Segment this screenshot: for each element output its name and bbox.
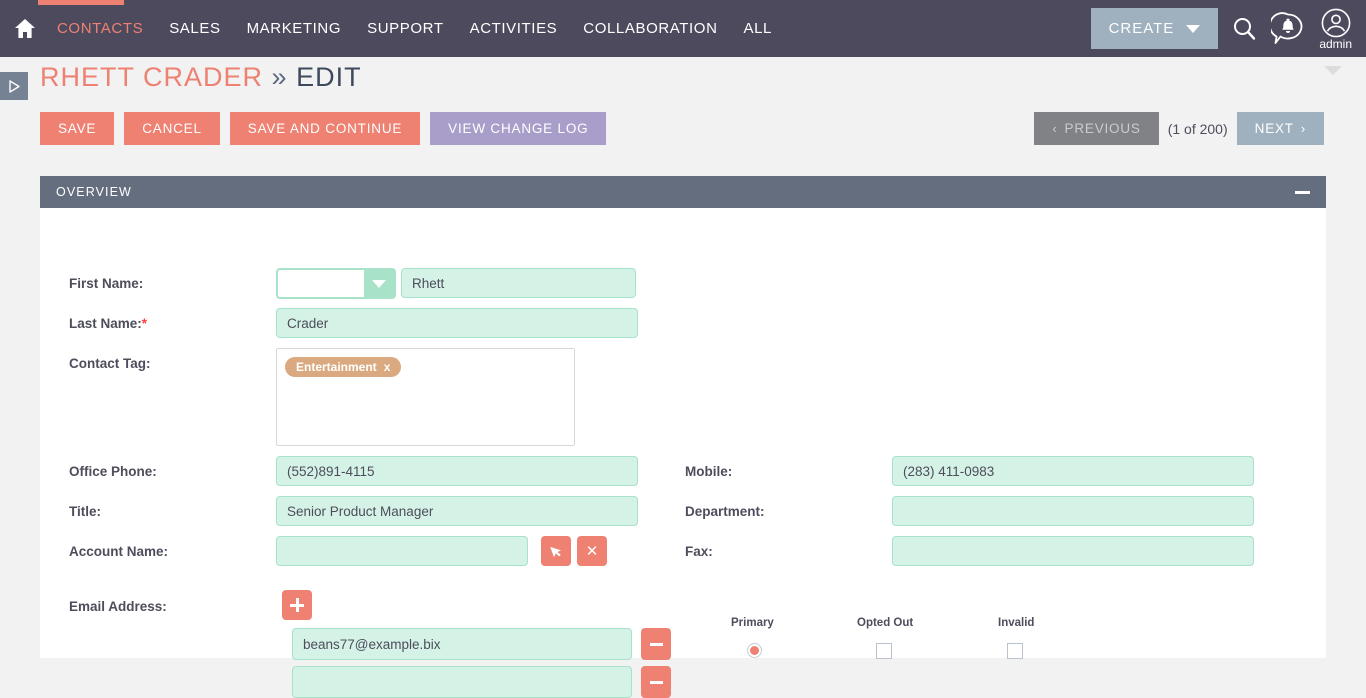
office-phone-input[interactable] [276, 456, 638, 486]
create-button-label: CREATE [1108, 20, 1175, 37]
overview-panel-header: OVERVIEW [40, 176, 1326, 208]
tag-chip[interactable]: Entertainment x [285, 357, 402, 377]
chevron-left-icon: ‹ [1052, 121, 1058, 136]
chevron-down-icon[interactable] [1324, 66, 1342, 75]
plus-vertical [295, 598, 299, 612]
title-label: Title: [69, 504, 102, 519]
email-address-label: Email Address: [69, 599, 167, 614]
next-record-button[interactable]: NEXT › [1236, 112, 1324, 145]
minimize-icon[interactable] [1295, 190, 1310, 194]
top-header-bar: CONTACTS SALES MARKETING SUPPORT ACTIVIT… [0, 0, 1366, 57]
last-name-label: Last Name:* [69, 316, 147, 331]
fax-label: Fax: [685, 544, 713, 559]
record-action-buttons: SAVE CANCEL SAVE AND CONTINUE VIEW CHANG… [40, 112, 607, 145]
first-name-label: First Name: [69, 276, 144, 291]
tag-label: Entertainment [296, 360, 377, 374]
mobile-input[interactable] [892, 456, 1254, 486]
account-name-label: Account Name: [69, 544, 169, 559]
save-and-continue-button[interactable]: SAVE AND CONTINUE [229, 112, 421, 145]
tag-remove-icon[interactable]: x [384, 360, 391, 374]
last-name-input[interactable] [276, 308, 638, 338]
expand-sidebar-icon[interactable] [0, 72, 28, 100]
nav-item-marketing[interactable]: MARKETING [234, 0, 355, 57]
overview-panel: OVERVIEW First Name: Last Name:* Contact… [40, 176, 1326, 698]
opted-out-column-label: Opted Out [857, 617, 914, 629]
search-icon[interactable] [1232, 16, 1257, 41]
salutation-select[interactable] [276, 268, 396, 299]
previous-record-label: PREVIOUS [1064, 121, 1141, 136]
nav-item-contacts[interactable]: CONTACTS [44, 0, 156, 57]
department-input[interactable] [892, 496, 1254, 526]
primary-column-label: Primary [731, 617, 774, 629]
nav-item-activities[interactable]: ACTIVITIES [457, 0, 571, 57]
opted-out-checkbox-row-1[interactable] [876, 643, 892, 659]
email-input-row-1[interactable] [292, 628, 632, 660]
department-label: Department: [685, 504, 765, 519]
nav-item-sales[interactable]: SALES [156, 0, 233, 57]
primary-radio-row-1[interactable] [747, 643, 762, 658]
nav-item-support[interactable]: SUPPORT [354, 0, 456, 57]
last-name-label-text: Last Name: [69, 316, 142, 331]
record-pagination: ‹ PREVIOUS (1 of 200) NEXT › [1034, 112, 1324, 145]
mobile-label: Mobile: [685, 464, 733, 479]
user-avatar-icon [1321, 8, 1351, 38]
main-navigation: CONTACTS SALES MARKETING SUPPORT ACTIVIT… [44, 0, 785, 57]
page-title: RHETT CRADER » EDIT [40, 62, 362, 93]
clear-x-icon[interactable]: ✕ [577, 536, 607, 566]
next-record-label: NEXT [1254, 121, 1294, 136]
notification-bell-icon[interactable] [1271, 11, 1305, 46]
minus-horizontal [649, 680, 663, 684]
fax-input[interactable] [892, 536, 1254, 566]
page-title-record-name: RHETT CRADER [40, 62, 264, 92]
page-title-separator: » [271, 62, 288, 92]
active-tab-indicator [38, 0, 124, 5]
home-icon[interactable] [8, 9, 42, 49]
chevron-down-icon [364, 270, 394, 297]
contact-tag-label: Contact Tag: [69, 356, 151, 371]
avatar-username: admin [1319, 37, 1352, 51]
view-change-log-button[interactable]: VIEW CHANGE LOG [430, 112, 607, 145]
header-actions: CREATE admin [1090, 0, 1366, 57]
chevron-right-icon: › [1300, 121, 1306, 136]
add-plus-icon[interactable] [282, 590, 312, 620]
required-marker: * [141, 316, 148, 331]
minus-horizontal [649, 642, 663, 646]
title-input[interactable] [276, 496, 638, 526]
avatar[interactable]: admin [1319, 8, 1352, 51]
invalid-column-label: Invalid [998, 617, 1035, 629]
page-title-mode: EDIT [296, 62, 362, 92]
email-input-row-2[interactable] [292, 666, 632, 698]
overview-panel-body: First Name: Last Name:* Contact Tag: Ent… [40, 208, 1326, 698]
overview-panel-title: OVERVIEW [56, 185, 132, 199]
invalid-checkbox-row-1[interactable] [1007, 643, 1023, 659]
save-button[interactable]: SAVE [40, 112, 115, 145]
previous-record-button[interactable]: ‹ PREVIOUS [1034, 112, 1159, 145]
select-arrow-icon[interactable] [541, 536, 571, 566]
first-name-input[interactable] [401, 268, 636, 298]
remove-minus-icon[interactable] [641, 666, 671, 698]
contact-tag-box[interactable]: Entertainment x [276, 348, 575, 446]
remove-minus-icon[interactable] [641, 628, 671, 660]
cancel-button[interactable]: CANCEL [124, 112, 220, 145]
record-counter: (1 of 200) [1167, 120, 1228, 137]
office-phone-label: Office Phone: [69, 464, 157, 479]
account-name-input[interactable] [276, 536, 528, 566]
create-button[interactable]: CREATE [1090, 8, 1219, 49]
clear-x-glyph: ✕ [585, 542, 599, 560]
nav-item-collaboration[interactable]: COLLABORATION [570, 0, 730, 57]
chevron-down-icon [1186, 24, 1201, 33]
nav-item-all[interactable]: ALL [731, 0, 786, 57]
